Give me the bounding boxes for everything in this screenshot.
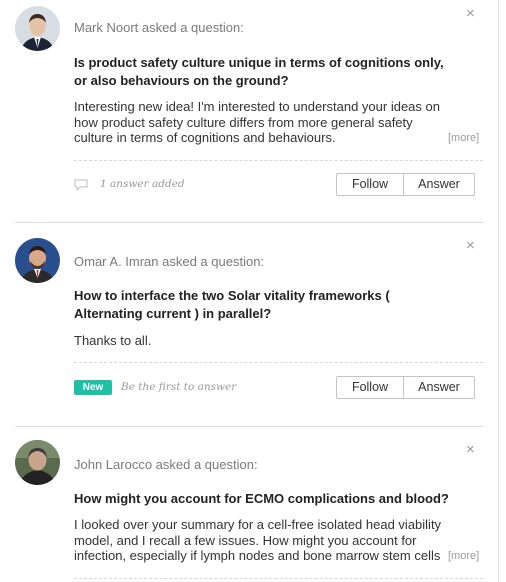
card-separator bbox=[15, 426, 483, 427]
question-card: × John Larocco asked a question: How mig… bbox=[0, 428, 498, 582]
divider bbox=[74, 578, 483, 579]
question-body: Interesting new idea! I'm interested to … bbox=[74, 99, 440, 145]
answer-count: 1 answer added bbox=[100, 178, 185, 190]
divider bbox=[74, 362, 483, 363]
action-buttons: Follow Answer bbox=[336, 376, 475, 399]
follow-button[interactable]: Follow bbox=[337, 377, 404, 398]
question-title[interactable]: How might you account for ECMO complicat… bbox=[74, 490, 454, 508]
answer-button[interactable]: Answer bbox=[404, 174, 474, 195]
question-body: Thanks to all. bbox=[74, 333, 152, 348]
avatar[interactable] bbox=[15, 238, 60, 283]
divider bbox=[74, 160, 483, 161]
scrollbar-track[interactable] bbox=[498, 0, 499, 582]
user-photo-icon bbox=[15, 440, 60, 485]
more-link[interactable]: [more] bbox=[448, 550, 479, 562]
asker-label[interactable]: John Larocco asked a question: bbox=[74, 457, 258, 472]
action-buttons: Follow Answer bbox=[336, 173, 475, 196]
close-icon[interactable]: × bbox=[466, 442, 475, 457]
question-title[interactable]: Is product safety culture unique in term… bbox=[74, 54, 454, 90]
card-separator bbox=[15, 222, 483, 223]
answer-button[interactable]: Answer bbox=[404, 377, 474, 398]
new-badge: New bbox=[74, 380, 112, 395]
asker-label[interactable]: Mark Noort asked a question: bbox=[74, 20, 244, 35]
comment-icon bbox=[74, 179, 88, 191]
question-title[interactable]: How to interface the two Solar vitality … bbox=[74, 287, 454, 323]
more-link[interactable]: [more] bbox=[448, 132, 479, 144]
close-icon[interactable]: × bbox=[466, 238, 475, 253]
asker-label[interactable]: Omar A. Imran asked a question: bbox=[74, 254, 264, 269]
close-icon[interactable]: × bbox=[466, 6, 475, 21]
user-photo-icon bbox=[15, 6, 60, 51]
question-body: I looked over your summary for a cell-fr… bbox=[74, 517, 442, 563]
avatar[interactable] bbox=[15, 6, 60, 51]
follow-button[interactable]: Follow bbox=[337, 174, 404, 195]
user-photo-icon bbox=[15, 238, 60, 283]
question-card: × Mark Noort asked a question: Is produc… bbox=[0, 0, 498, 223]
answer-prompt: Be the first to answer bbox=[121, 381, 237, 393]
avatar[interactable] bbox=[15, 440, 60, 485]
question-card: × Omar A. Imran asked a question: How to… bbox=[0, 224, 498, 427]
